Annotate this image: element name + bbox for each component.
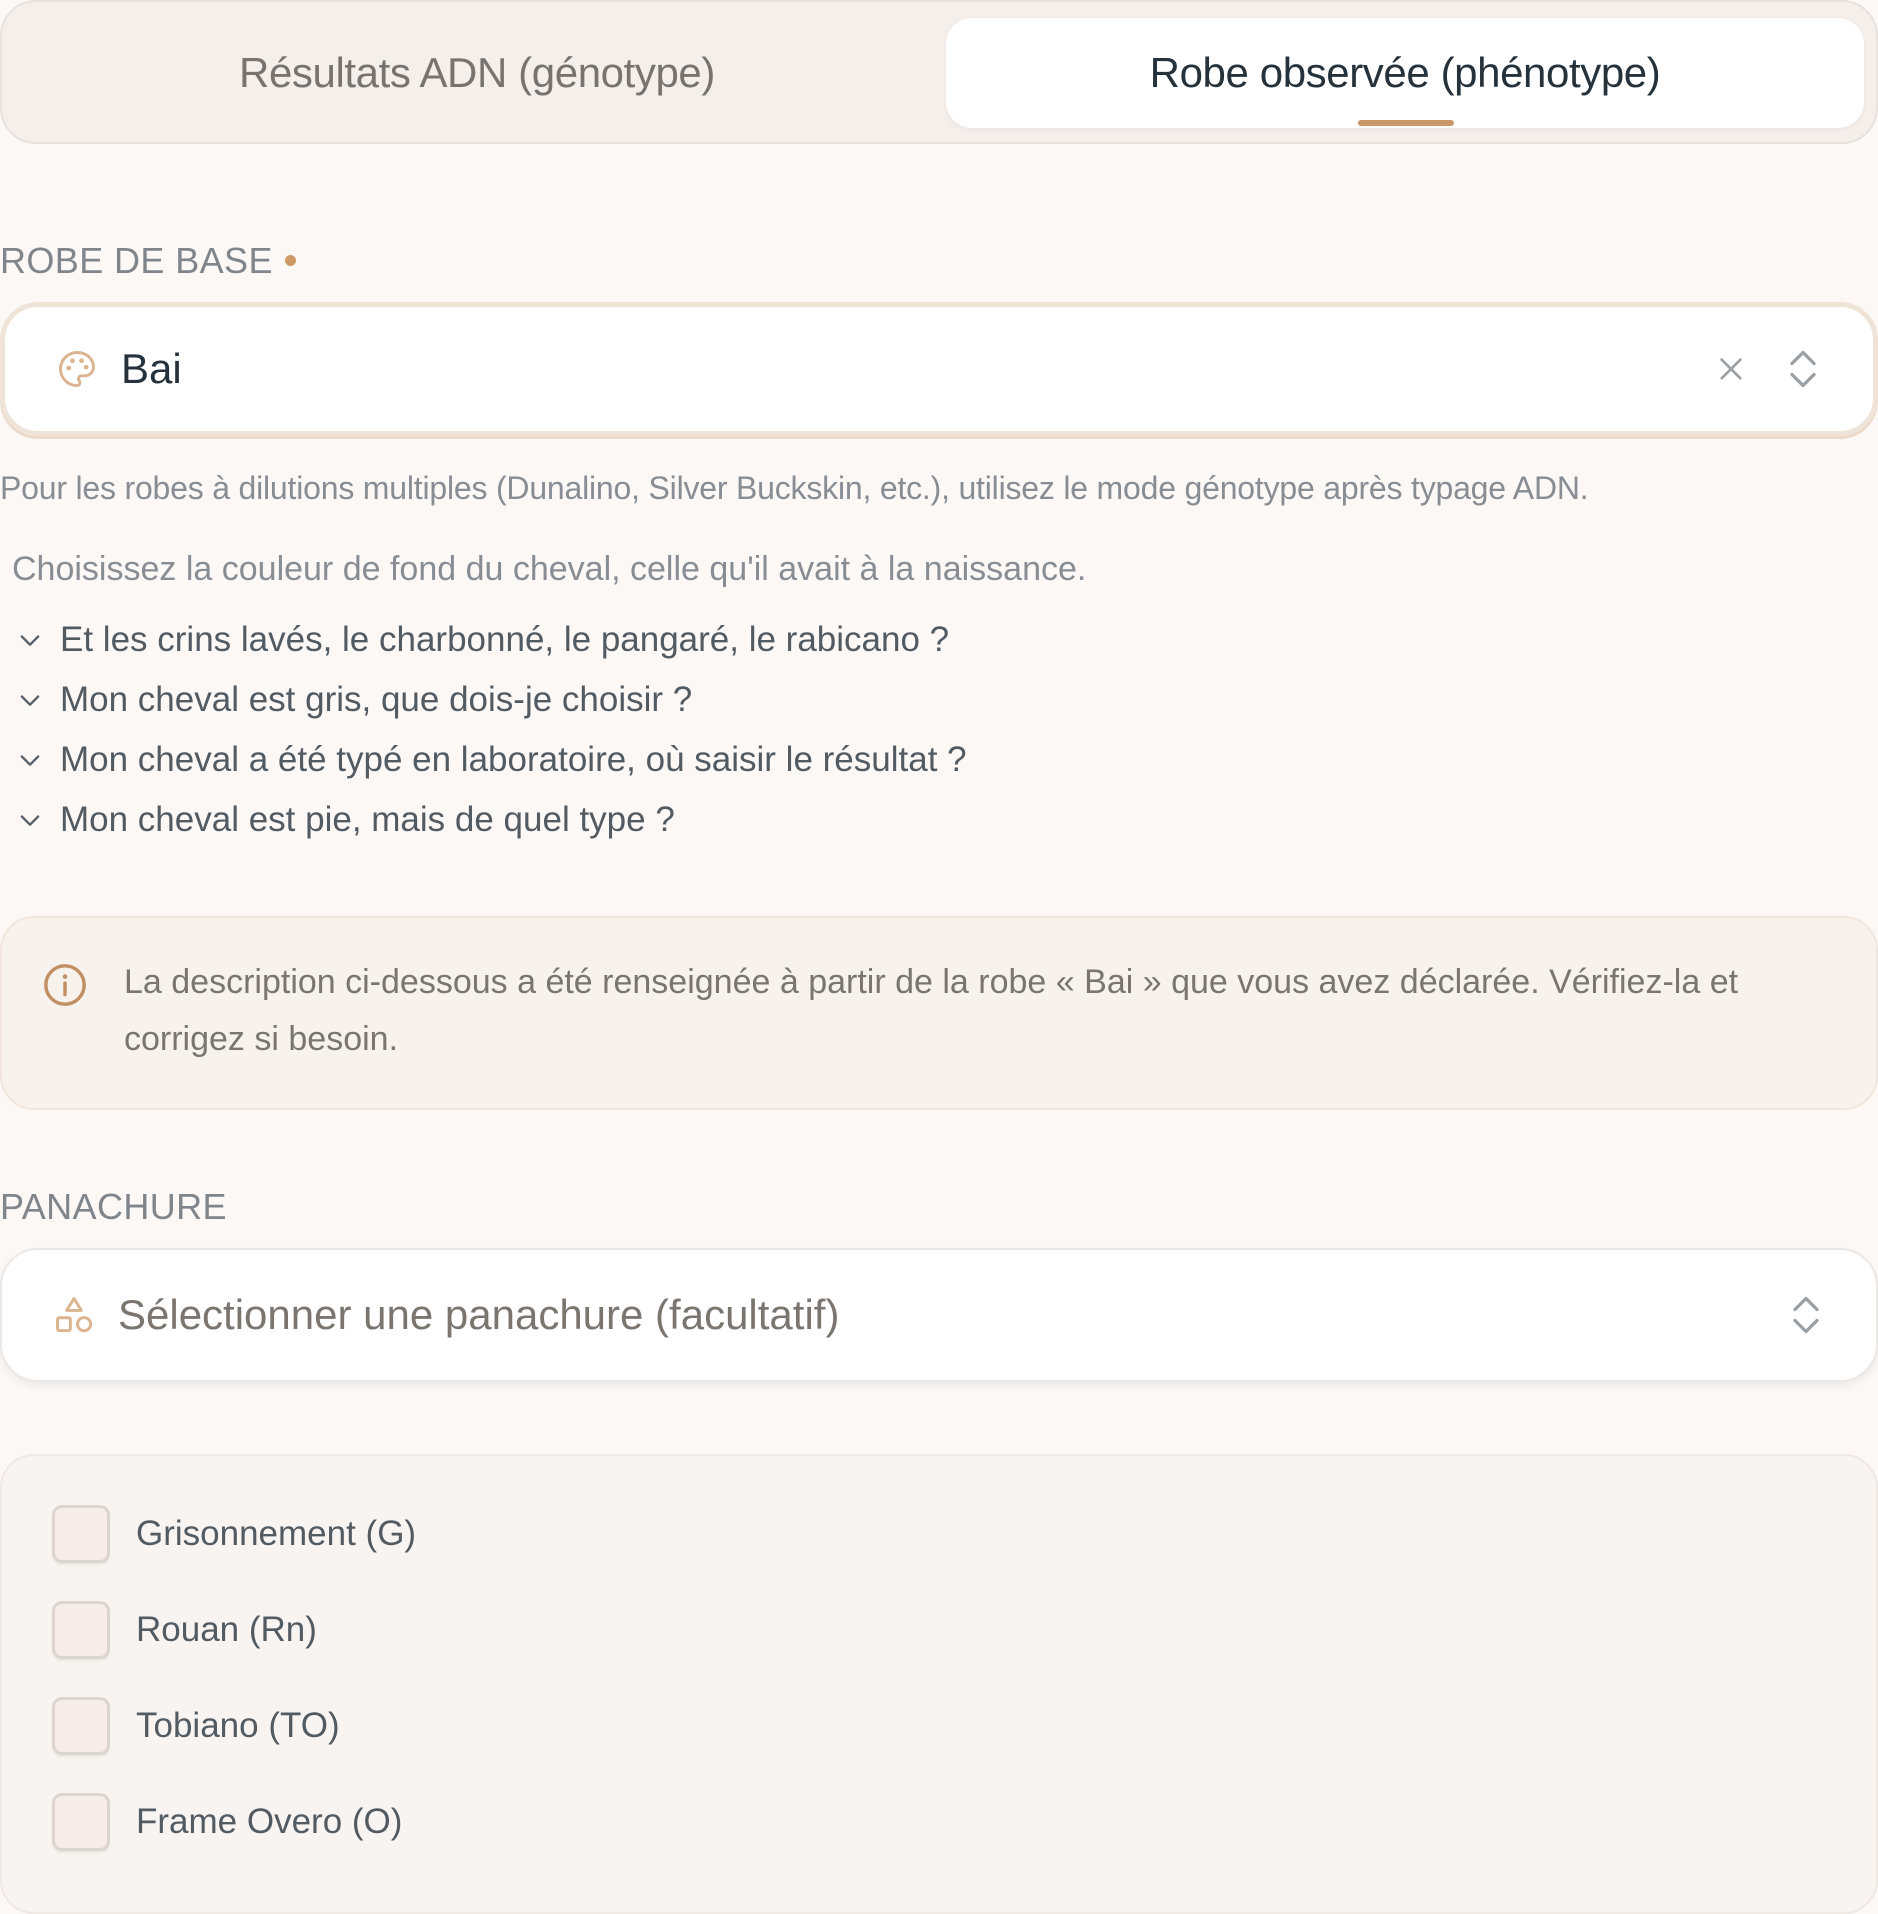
info-banner-text: La description ci-dessous a été renseign… bbox=[124, 963, 1739, 1058]
required-indicator bbox=[284, 254, 296, 266]
active-tab-indicator bbox=[1358, 120, 1454, 126]
tab-genotype[interactable]: Résultats ADN (génotype) bbox=[18, 18, 936, 128]
modifier-row-roan[interactable]: Rouan (Rn) bbox=[52, 1600, 317, 1660]
checkbox-frame-overo[interactable] bbox=[52, 1793, 110, 1851]
spotting-label: PANACHURE bbox=[0, 1186, 227, 1227]
palette-icon bbox=[59, 351, 95, 387]
base-coat-instruction: Choisissez la couleur de fond du cheval,… bbox=[12, 550, 1087, 588]
modifier-row-frame-overo[interactable]: Frame Overo (O) bbox=[52, 1792, 402, 1852]
chevron-up-down-icon[interactable] bbox=[1790, 1293, 1822, 1337]
chevron-up-down-icon[interactable] bbox=[1787, 347, 1819, 391]
checkbox-label: Frame Overo (O) bbox=[136, 1802, 403, 1841]
faq-question: Mon cheval a été typé en laboratoire, où… bbox=[60, 740, 967, 779]
checkbox-label: Tobiano (TO) bbox=[136, 1706, 340, 1745]
spotting-placeholder: Sélectionner une panachure (facultatif) bbox=[118, 1291, 840, 1338]
spotting-select[interactable]: Sélectionner une panachure (facultatif) bbox=[0, 1248, 1878, 1382]
coat-modifiers-panel: Grisonnement (G) Rouan (Rn) Tobiano (TO)… bbox=[0, 1454, 1878, 1914]
shapes-icon bbox=[56, 1297, 93, 1333]
chevron-down-icon bbox=[20, 695, 40, 706]
chevron-down-icon bbox=[20, 755, 40, 766]
faq-item-grey-horse[interactable]: Mon cheval est gris, que dois-je choisir… bbox=[16, 670, 967, 730]
faq-list: Et les crins lavés, le charbonné, le pan… bbox=[16, 610, 967, 850]
base-coat-label: ROBE DE BASE bbox=[0, 240, 296, 282]
checkbox-roan[interactable] bbox=[52, 1601, 110, 1659]
faq-item-washed-manes[interactable]: Et les crins lavés, le charbonné, le pan… bbox=[16, 610, 967, 670]
checkbox-label: Grisonnement (G) bbox=[136, 1514, 417, 1553]
base-coat-label-text: ROBE DE BASE bbox=[0, 240, 273, 281]
base-coat-value: Bai bbox=[121, 345, 182, 392]
tab-phenotype[interactable]: Robe observée (phénotype) bbox=[946, 18, 1864, 128]
checkbox-label: Rouan (Rn) bbox=[136, 1610, 317, 1649]
base-coat-hint: Pour les robes à dilutions multiples (Du… bbox=[0, 470, 1589, 506]
modifier-row-tobiano[interactable]: Tobiano (TO) bbox=[52, 1696, 340, 1756]
view-mode-tabs: Résultats ADN (génotype) Robe observée (… bbox=[0, 0, 1878, 144]
checkbox-grey[interactable] bbox=[52, 1505, 110, 1563]
info-icon bbox=[44, 964, 86, 1006]
chevron-down-icon bbox=[20, 815, 40, 826]
clear-icon[interactable] bbox=[1715, 353, 1747, 385]
faq-question: Mon cheval est pie, mais de quel type ? bbox=[60, 800, 675, 839]
checkbox-tobiano[interactable] bbox=[52, 1697, 110, 1755]
faq-item-lab-typed[interactable]: Mon cheval a été typé en laboratoire, où… bbox=[16, 730, 967, 790]
faq-question: Et les crins lavés, le charbonné, le pan… bbox=[60, 620, 950, 659]
faq-item-pinto-type[interactable]: Mon cheval est pie, mais de quel type ? bbox=[16, 790, 967, 850]
info-banner: La description ci-dessous a été renseign… bbox=[0, 916, 1878, 1110]
modifier-row-grey[interactable]: Grisonnement (G) bbox=[52, 1504, 416, 1564]
faq-question: Mon cheval est gris, que dois-je choisir… bbox=[60, 680, 693, 719]
chevron-down-icon bbox=[20, 635, 40, 646]
base-coat-select[interactable]: Bai bbox=[0, 302, 1878, 436]
